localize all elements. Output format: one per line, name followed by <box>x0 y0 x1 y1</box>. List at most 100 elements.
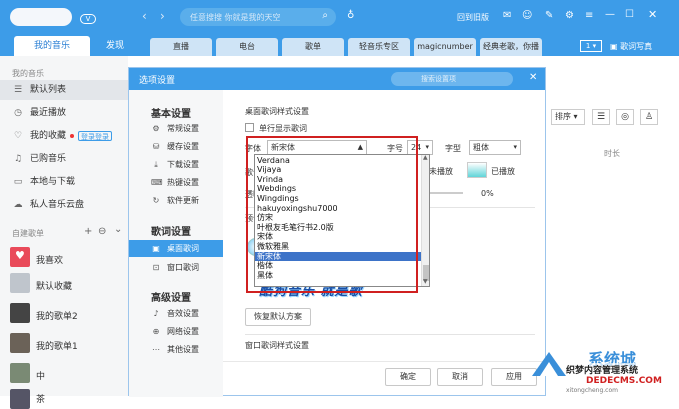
back-arrow-icon[interactable]: ‹ <box>142 9 147 23</box>
nav-item-update[interactable]: ↻ 软件更新 <box>129 192 223 209</box>
sidebar-item-purchased[interactable]: ♫ 已购音乐 <box>0 149 128 169</box>
tab-counter-value: 1 <box>585 42 591 50</box>
nav-header-basic: 基本设置 <box>151 109 191 120</box>
playlist-thumb-cha <box>10 389 30 409</box>
nav-item-general[interactable]: ⚙ 常规设置 <box>129 120 223 137</box>
played-label: 已播放 <box>491 167 515 176</box>
user-icon[interactable]: ☺ <box>522 10 532 21</box>
download-icon: ⤓ <box>154 160 158 169</box>
played-color-swatch[interactable] <box>467 162 487 178</box>
gear-icon: ⚙ <box>152 124 160 133</box>
nav-item-network[interactable]: ⊕ 网络设置 <box>129 323 223 340</box>
add-playlist-icon[interactable]: + <box>84 226 92 237</box>
sidebar-item-default-list[interactable]: ☰ 默认列表 <box>0 80 128 100</box>
playlist-item-label[interactable]: 中 <box>36 369 45 382</box>
nav-item-window-lyrics[interactable]: ⊡ 窗口歌词 <box>129 259 223 276</box>
heart-icon: ♡ <box>13 131 23 141</box>
column-duration: 时长 <box>604 149 620 158</box>
nav-item-label: 音效设置 <box>167 309 199 318</box>
login-badge[interactable]: 登录登录 <box>78 131 112 141</box>
maximize-icon[interactable]: ☐ <box>625 9 634 20</box>
dialog-header: 选项设置 搜索设置项 ✕ <box>129 68 545 90</box>
dialog-title: 选项设置 <box>139 76 176 86</box>
tab-my-music[interactable]: 我的音乐 <box>14 36 90 56</box>
restore-default-button[interactable]: 恢复默认方案 <box>245 308 311 326</box>
dialog-close-icon[interactable]: ✕ <box>529 72 537 83</box>
sidebar: 我的音乐 ☰ 默认列表 ◷ 最近播放 ♡ 我的收藏 登录登录 ♫ 已购音乐 ▭ 本地与下载… <box>0 56 128 409</box>
nav-item-label: 窗口歌词 <box>167 263 199 272</box>
list-icon: ☰ <box>13 85 23 95</box>
avatar[interactable] <box>10 8 72 26</box>
not-played-label: 未播放 <box>429 167 453 176</box>
settings-icon[interactable]: ⚙ <box>565 10 574 21</box>
playlist-item-label[interactable]: 我喜欢 <box>36 253 63 266</box>
divider <box>245 334 535 335</box>
playlist-thumb-mine2 <box>10 303 30 323</box>
cache-icon: ⛁ <box>152 142 160 151</box>
dropdown-scrollbar[interactable]: ▲ ▼ <box>421 155 429 286</box>
song-list-area: 排序 ▾ ☰ ◎ ♙ 时长 <box>546 56 679 396</box>
menu-icon[interactable]: ≡ <box>585 10 593 21</box>
nav-item-cache[interactable]: ⛁ 缓存设置 <box>129 138 223 155</box>
refresh-icon: ↻ <box>152 196 160 205</box>
tab-light-music[interactable]: 轻音乐专区 <box>348 38 410 56</box>
tab-radio[interactable]: 电台 <box>216 38 278 56</box>
list-view-icon[interactable]: ☰ <box>592 109 610 125</box>
nav-item-sound[interactable]: ♪ 音效设置 <box>129 305 223 322</box>
tab-classic-songs[interactable]: 经典老歌，你播 <box>480 38 542 56</box>
back-to-old-link[interactable]: 回到旧版 <box>457 12 489 23</box>
sound-icon: ♪ <box>153 309 159 318</box>
playlist-item-label[interactable]: 我的歌单1 <box>36 339 78 352</box>
tab-counter[interactable]: 1 ▾ <box>580 40 602 52</box>
nav-item-download[interactable]: ⤓ 下载设置 <box>129 156 223 173</box>
settings-search-input[interactable]: 搜索设置项 <box>391 72 513 86</box>
search-placeholder: 任意搜搜 你就是我的天空 <box>190 13 281 22</box>
clock-icon: ◷ <box>14 108 22 118</box>
style-select[interactable]: 粗体 ▾ <box>469 140 521 155</box>
close-icon[interactable]: ✕ <box>648 8 657 21</box>
dialog-footer-divider <box>223 361 545 362</box>
playlist-item-label[interactable]: 茶 <box>36 392 45 405</box>
search-icon[interactable]: ⌕ <box>322 10 328 21</box>
forward-arrow-icon[interactable]: › <box>160 9 165 23</box>
search-input[interactable]: 任意搜搜 你就是我的天空 ⌕ <box>180 8 336 26</box>
ok-button[interactable]: 确定 <box>385 368 431 386</box>
chevron-down-icon: ▾ <box>425 143 429 151</box>
sidebar-item-label: 已购音乐 <box>30 154 67 164</box>
skin-icon[interactable]: ✎ <box>545 10 553 21</box>
scroll-up-icon[interactable]: ▲ <box>423 155 428 161</box>
nav-item-label: 桌面歌词 <box>167 244 199 253</box>
highlight-box <box>246 136 418 293</box>
tab-playlist[interactable]: 歌单 <box>282 38 344 56</box>
sidebar-item-recent[interactable]: ◷ 最近播放 <box>0 103 128 123</box>
nav-item-desktop-lyrics[interactable]: ▣ 桌面歌词 <box>129 240 223 257</box>
tab-discover[interactable]: 发现 <box>92 36 138 56</box>
single-line-checkbox[interactable] <box>245 123 254 132</box>
nav-item-hotkey[interactable]: ⌨ 热键设置 <box>129 174 223 191</box>
tab-live[interactable]: 直播 <box>150 38 212 56</box>
microphone-icon[interactable]: ♁ <box>347 10 354 21</box>
main-tabs: 我的音乐 发现 直播 电台 歌单 轻音乐专区 magicnumber 经典老歌，… <box>0 36 679 56</box>
playlist-item-label[interactable]: 默认收藏 <box>36 279 72 292</box>
sidebar-item-cloud[interactable]: ☁ 私人音乐云盘 <box>0 195 128 215</box>
nav-item-other[interactable]: ⋯ 其他设置 <box>129 341 223 358</box>
album-view-icon[interactable]: ◎ <box>616 109 634 125</box>
playlist-item-label[interactable]: 我的歌单2 <box>36 309 78 322</box>
minimize-icon[interactable]: — <box>605 9 615 20</box>
style-label: 字型 <box>445 144 461 153</box>
collapse-playlist-icon[interactable]: ⌄ <box>114 224 122 235</box>
singer-view-icon[interactable]: ♙ <box>640 109 658 125</box>
sidebar-item-favorites[interactable]: ♡ 我的收藏 登录登录 <box>0 126 128 146</box>
sort-dropdown[interactable]: 排序 ▾ <box>551 109 585 125</box>
scroll-down-icon[interactable]: ▼ <box>423 278 428 285</box>
lyrics-photo-button[interactable]: ▣ 歌词写真 <box>610 40 672 53</box>
tab-magicnumber[interactable]: magicnumber <box>414 38 476 56</box>
settings-search-placeholder: 搜索设置项 <box>421 75 456 83</box>
sidebar-item-local-download[interactable]: ▭ 本地与下载 <box>0 172 128 192</box>
cancel-button[interactable]: 取消 <box>437 368 483 386</box>
remove-playlist-icon[interactable]: ⊖ <box>98 226 106 237</box>
nav-header-advanced: 高级设置 <box>151 293 191 304</box>
sidebar-section-playlists: 自建歌单 <box>12 229 44 238</box>
message-icon[interactable]: ✉ <box>503 10 511 21</box>
cloud-icon: ☁ <box>13 200 23 210</box>
